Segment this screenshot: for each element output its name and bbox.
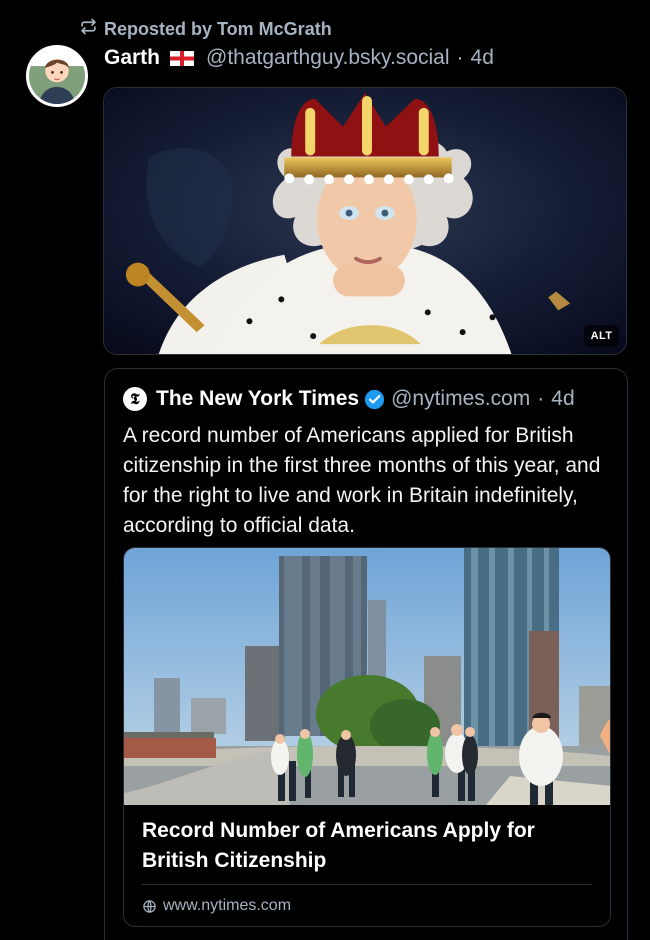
quoted-separator-dot: · <box>537 387 545 410</box>
repost-indicator[interactable]: Reposted by Tom McGrath <box>80 18 332 40</box>
verified-badge-icon <box>364 389 385 410</box>
author-avatar[interactable] <box>26 45 88 107</box>
author-name[interactable]: Garth <box>104 46 160 70</box>
post-author-line: Garth @thatgarthguy.bsky.social · 4d <box>104 44 494 72</box>
post-time[interactable]: 4d <box>471 46 494 70</box>
link-domain[interactable]: www.nytimes.com <box>142 895 291 917</box>
repost-icon <box>80 18 97 40</box>
quoted-author-name[interactable]: The New York Times <box>156 387 359 411</box>
quoted-post-time[interactable]: 4d <box>551 387 574 411</box>
alt-text-button[interactable]: ALT <box>584 325 619 347</box>
link-preview-card[interactable]: Record Number of Americans Apply for Bri… <box>123 547 611 927</box>
link-divider <box>142 884 592 885</box>
quoted-post-card[interactable]: 𝕿 The New York Times @nytimes.com · 4d A… <box>104 368 628 940</box>
england-flag-icon <box>170 50 195 66</box>
separator-dot: · <box>456 46 464 69</box>
link-domain-label: www.nytimes.com <box>163 897 292 914</box>
quoted-post-header: 𝕿 The New York Times @nytimes.com · 4d <box>123 385 575 413</box>
post-image[interactable]: ALT <box>103 87 627 355</box>
repost-label: Reposted by Tom McGrath <box>104 18 332 39</box>
author-handle[interactable]: @thatgarthguy.bsky.social <box>206 46 450 70</box>
nyt-logo-icon: 𝕿 <box>123 387 147 411</box>
globe-icon <box>142 899 157 914</box>
quoted-author-handle[interactable]: @nytimes.com <box>391 387 530 411</box>
link-preview-title[interactable]: Record Number of Americans Apply for Bri… <box>142 816 592 876</box>
link-preview-image <box>124 548 610 805</box>
quoted-post-text: A record number of Americans applied for… <box>123 424 601 537</box>
